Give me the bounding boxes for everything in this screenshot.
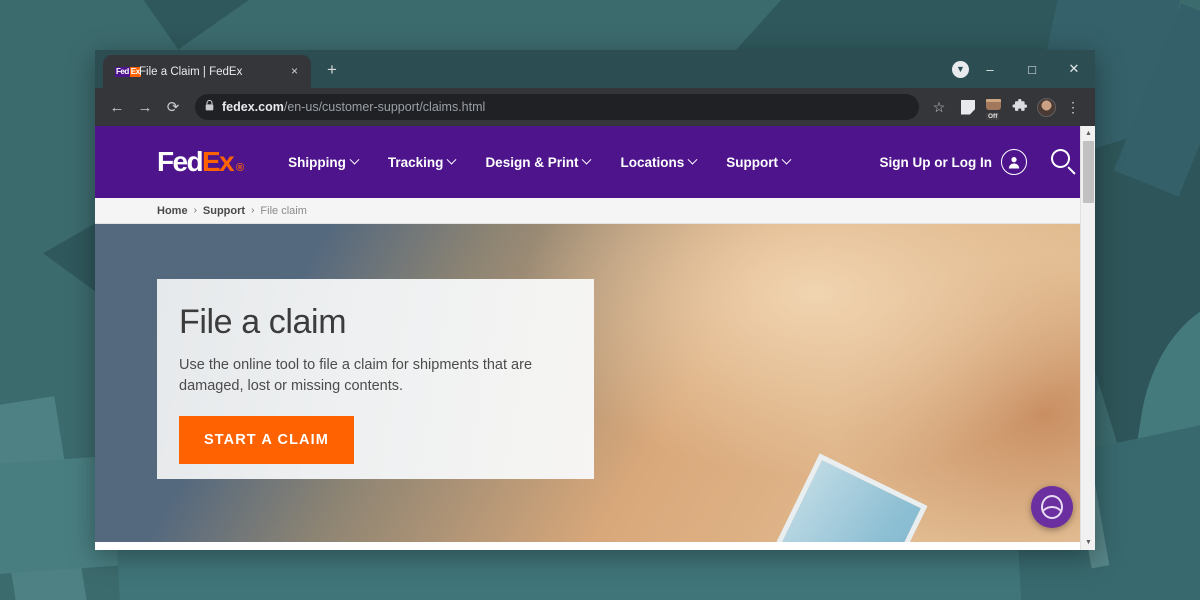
search-icon[interactable] [1047,145,1079,177]
minimize-button[interactable]: – [969,50,1011,88]
address-bar[interactable]: fedex.com/en-us/customer-support/claims.… [195,94,919,120]
puzzle-extensions-icon[interactable] [1008,95,1032,119]
chat-bubble-icon [1041,495,1063,519]
coffee-off-extension-icon[interactable]: Off [982,95,1006,120]
close-window-button[interactable]: ✕ [1053,50,1095,88]
note-extension-icon[interactable] [956,95,980,119]
favicon-fed: Fed [115,66,130,77]
nav-label: Design & Print [485,154,579,170]
nav-item-tracking[interactable]: Tracking [387,154,457,170]
fedex-favicon-icon: Fed Ex [115,66,141,77]
tab-title: File a Claim | FedEx [139,65,243,78]
nav-label: Support [726,154,778,170]
scroll-down-arrow-icon[interactable]: ▼ [1081,535,1095,550]
site-nav: Shipping Tracking Design & Print Locatio… [288,154,792,170]
reload-icon[interactable]: ⟳ [160,94,186,120]
lock-icon [205,99,214,114]
page-content-below-hero [95,542,1095,550]
avatar[interactable] [1034,95,1058,119]
logo-registered: ® [236,162,245,174]
window-controls: – □ ✕ [969,50,1095,88]
back-icon[interactable]: ← [104,94,130,120]
chevron-down-icon [349,154,360,165]
page-title: File a claim [179,303,347,341]
site-header-actions: Sign Up or Log In [880,145,1079,177]
breadcrumb-item-home[interactable]: Home [157,205,188,217]
breadcrumb-item-file-claim: File claim [260,204,307,217]
backdrop-shape [138,0,252,50]
new-tab-button[interactable]: + [321,59,343,81]
page-scrollbar[interactable]: ▲ ▼ [1080,126,1095,550]
browser-toolbar: ← → ⟳ fedex.com/en-us/customer-support/c… [95,88,1095,126]
nav-item-support[interactable]: Support [726,154,792,170]
hero-banner: File a claim Use the online tool to file… [95,224,1095,542]
page-viewport: Fed Ex ® Shipping Tracking Design & Print [95,126,1095,550]
site-header: Fed Ex ® Shipping Tracking Design & Print [95,126,1095,198]
logo-ex: Ex [201,146,235,177]
browser-menu-icon[interactable]: ⋮ [1060,94,1086,120]
chevron-down-icon [687,154,698,165]
breadcrumb-separator-icon: › [251,205,255,216]
chevron-down-icon [582,154,592,165]
nav-label: Shipping [288,154,346,170]
url-text: fedex.com/en-us/customer-support/claims.… [222,100,485,114]
user-account-icon [1001,149,1027,175]
desktop-background: Fed Ex File a Claim | FedEx × + ▼ – □ ✕ ←… [0,0,1200,600]
hero-card: File a claim Use the online tool to file… [157,279,594,479]
download-indicator-icon[interactable]: ▼ [952,61,969,78]
close-tab-icon[interactable]: × [286,63,303,80]
hero-subtitle: Use the online tool to file a claim for … [179,357,533,395]
nav-item-locations[interactable]: Locations [620,154,698,170]
browser-window: Fed Ex File a Claim | FedEx × + ▼ – □ ✕ ←… [95,50,1095,550]
nav-label: Tracking [387,154,444,170]
forward-icon[interactable]: → [132,94,158,120]
browser-tab[interactable]: Fed Ex File a Claim | FedEx × [103,55,311,88]
chat-widget-button[interactable] [1031,486,1073,528]
maximize-button[interactable]: □ [1011,50,1053,88]
tab-strip: Fed Ex File a Claim | FedEx × + ▼ – □ ✕ [95,50,1095,88]
nav-label: Locations [620,154,685,170]
breadcrumb-separator-icon: › [193,205,197,216]
breadcrumb-item-support[interactable]: Support [203,205,245,217]
sign-up-or-log-in-button[interactable]: Sign Up or Log In [880,149,1027,175]
nav-item-shipping[interactable]: Shipping [288,154,360,170]
bookmark-star-icon[interactable]: ☆ [926,94,952,120]
breadcrumb: Home › Support › File claim [95,198,1095,224]
extension-off-label: Off [986,113,1000,120]
fedex-logo[interactable]: Fed Ex ® [157,148,244,176]
logo-fed: Fed [157,146,204,177]
scroll-up-arrow-icon[interactable]: ▲ [1081,126,1095,141]
scrollbar-thumb[interactable] [1083,141,1094,203]
url-domain: fedex.com [222,100,284,114]
nav-item-design-and-print[interactable]: Design & Print [485,154,592,170]
url-path: /en-us/customer-support/claims.html [283,100,486,114]
start-a-claim-button[interactable]: START A CLAIM [179,416,354,465]
chevron-down-icon [446,154,457,165]
chevron-down-icon [781,154,792,165]
sign-in-label: Sign Up or Log In [879,154,992,170]
